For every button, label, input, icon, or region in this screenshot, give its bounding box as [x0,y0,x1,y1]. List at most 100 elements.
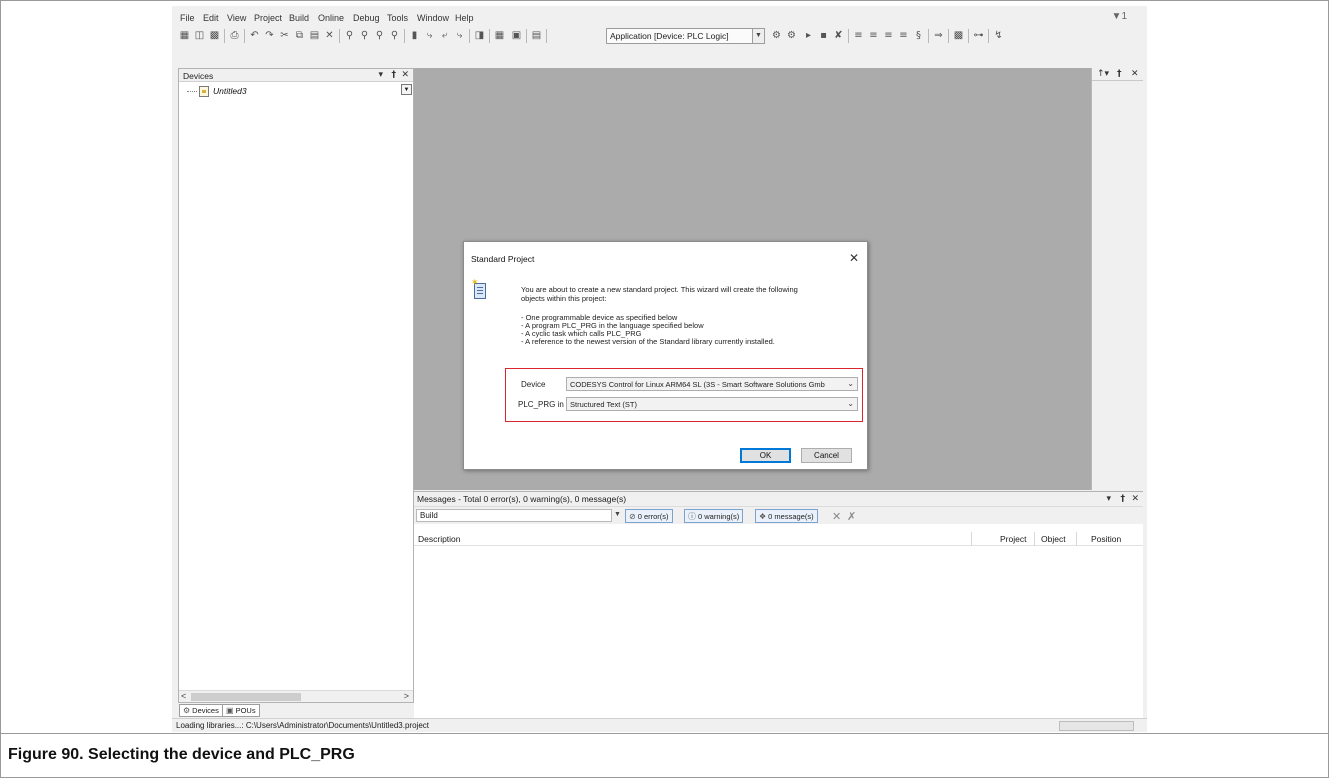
close-icon[interactable]: ✕ [1131,494,1139,504]
filter-indicator[interactable]: ▼1 [1112,11,1127,22]
toolbox-menu-icon[interactable]: ↑▾ [1097,69,1109,79]
chevron-down-icon[interactable]: ▼ [614,511,621,518]
column-object[interactable]: Object [1041,534,1066,544]
toolbar-separator [339,29,340,43]
breakpoint-icon[interactable]: § [912,29,925,42]
next-statement-icon[interactable]: ⇒ [932,29,945,42]
pin-icon[interactable]: † [392,70,397,80]
clear-all-icon[interactable]: ✗ [847,510,856,523]
column-divider [1034,532,1035,546]
clear-messages-icon[interactable]: ✕ [832,510,841,523]
start-icon[interactable]: ▸ [802,29,815,42]
figure-caption: Figure 90. Selecting the device and PLC_… [8,746,355,763]
menu-debug[interactable]: Debug [353,13,380,23]
devices-tab-icon: ⚙ [183,706,191,715]
active-application-select[interactable]: Application [Device: PLC Logic] [606,28,753,44]
errors-filter-button[interactable]: ⊘ 0 error(s) [625,509,673,523]
pin-icon[interactable]: † [1117,69,1122,79]
ok-button[interactable]: OK [740,448,791,463]
cancel-button[interactable]: Cancel [801,448,852,463]
step-into-icon[interactable]: ≡ [867,29,880,42]
device-icon[interactable]: ▤ [530,29,543,42]
warning-icon: ⓘ [688,511,696,521]
horizontal-scrollbar[interactable]: < > [179,690,413,702]
error-icon: ⊘ [629,511,636,521]
bookmark-prev-icon[interactable]: ⤶ [438,29,451,42]
scroll-left-icon[interactable]: < [181,691,186,701]
dialog-bullet: - A reference to the newest version of t… [521,337,775,346]
save-icon[interactable]: ▩ [208,29,221,42]
stop-icon[interactable]: ▪ [817,29,830,42]
step-over-icon[interactable]: ≡ [852,29,865,42]
tree-item-project[interactable]: Untitled3 [187,85,247,97]
status-bar: Loading libraries...: C:\Users\Administr… [172,718,1147,732]
force-values-icon[interactable]: ⊶ [972,29,985,42]
scroll-right-icon[interactable]: > [404,691,409,701]
right-side-panel: ↑▾ † ✕ [1091,68,1143,490]
project-icon [199,85,209,97]
menu-view[interactable]: View [227,13,246,23]
close-icon[interactable]: ✕ [401,70,409,80]
right-panel-header: ↑▾ † ✕ [1092,68,1143,81]
compile-icon[interactable]: ◨ [473,29,486,42]
bookmark-icon[interactable]: ▮ [408,29,421,42]
print-icon[interactable]: ⎙ [228,29,241,42]
messages-column-headers: Description Project Object Position [414,532,1143,546]
find-icon[interactable]: ⚲ [343,29,356,42]
chevron-down-icon[interactable]: ▼ [401,84,412,95]
panel-menu-icon[interactable]: ▾ [378,70,383,80]
warnings-filter-button[interactable]: ⓘ 0 warning(s) [684,509,744,523]
add-folder-icon[interactable]: ▣ [510,29,523,42]
reset-icon[interactable]: ✘ [832,29,845,42]
redo-icon[interactable]: ↷ [263,29,276,42]
devices-panel: Devices ▾ † ✕ Untitled3 ▼ < > [178,68,414,703]
find-in-project-icon[interactable]: ⚲ [388,29,401,42]
column-project[interactable]: Project [1000,534,1026,544]
menu-tools[interactable]: Tools [387,13,408,23]
paste-icon[interactable]: ▤ [308,29,321,42]
menu-help[interactable]: Help [455,13,474,23]
logout-icon[interactable]: ⚙ [785,29,798,42]
menu-build[interactable]: Build [289,13,309,23]
menu-window[interactable]: Window [417,13,449,23]
bookmark-next-icon[interactable]: ⤷ [423,29,436,42]
menu-project[interactable]: Project [254,13,282,23]
plc-prg-language-select[interactable]: Structured Text (ST) ⌄ [566,397,858,411]
cut-icon[interactable]: ✂ [278,29,291,42]
menu-bar: File Edit View Project Build Online Debu… [172,6,1147,26]
undo-icon[interactable]: ↶ [248,29,261,42]
plc-prg-label: PLC_PRG in [518,400,564,409]
run-to-cursor-icon[interactable]: ≡ [897,29,910,42]
scrollbar-thumb[interactable] [191,693,301,701]
add-object-icon[interactable]: ▦ [493,29,506,42]
bookmark-clear-icon[interactable]: ⤷ [453,29,466,42]
column-description[interactable]: Description [418,534,461,544]
step-out-icon[interactable]: ≡ [882,29,895,42]
login-icon[interactable]: ⚙ [770,29,783,42]
column-position[interactable]: Position [1091,534,1121,544]
delete-icon[interactable]: ✕ [323,29,336,42]
toolbar-separator [489,29,490,43]
close-icon[interactable]: ✕ [1131,69,1139,79]
replace-icon[interactable]: ⚲ [373,29,386,42]
device-select[interactable]: CODESYS Control for Linux ARM64 SL (3S -… [566,377,858,391]
pin-icon[interactable]: † [1121,494,1126,504]
new-project-icon[interactable]: ▦ [178,29,191,42]
menu-online[interactable]: Online [318,13,344,23]
open-project-icon[interactable]: ◫ [193,29,206,42]
copy-icon[interactable]: ⧉ [293,29,306,42]
write-values-icon[interactable]: ▩ [952,29,965,42]
menu-edit[interactable]: Edit [203,13,219,23]
toolbar-separator [968,29,969,43]
close-icon[interactable]: ✕ [849,251,859,265]
chevron-down-icon[interactable]: ▼ [753,28,765,44]
toolbar-separator [928,29,929,43]
tab-devices[interactable]: ⚙ Devices [179,704,223,717]
tab-pous[interactable]: ▣ POUs [222,704,260,717]
flow-control-icon[interactable]: ↯ [992,29,1005,42]
messages-filter-button[interactable]: ❖ 0 message(s) [755,509,818,523]
find-next-icon[interactable]: ⚲ [358,29,371,42]
panel-menu-icon[interactable]: ▾ [1106,494,1111,504]
message-source-select[interactable]: Build [416,509,612,522]
menu-file[interactable]: File [180,13,195,23]
